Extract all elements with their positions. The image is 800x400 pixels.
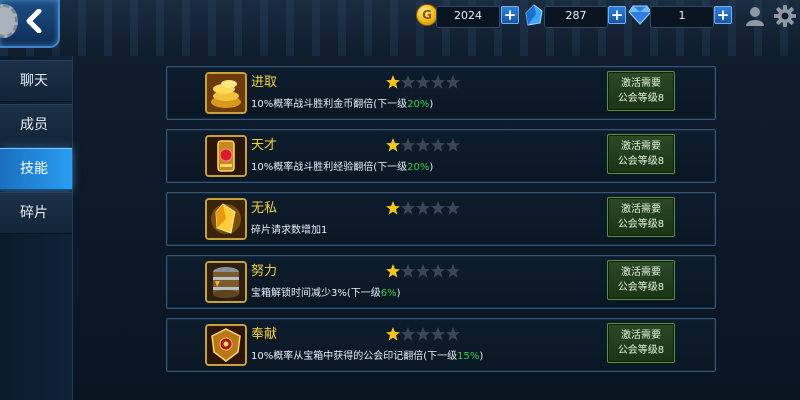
tab-shards[interactable]: 碎片 <box>0 192 72 234</box>
star-empty-icon <box>445 263 461 279</box>
star-empty-icon <box>430 263 446 279</box>
skill-next-level-value: 20% <box>407 162 430 173</box>
settings-icon[interactable] <box>774 5 796 27</box>
star-empty-icon <box>415 137 431 153</box>
skill-description: 碎片请求数增加1 <box>251 221 327 236</box>
ruby-amulet-icon <box>205 135 247 177</box>
skill-row: 努力宝箱解锁时间减少3%(下一级6%) 激活需要公会等级8 <box>166 255 716 309</box>
skill-row: 进取 10%概率战斗胜利金币翻倍(下一级20%) 激活需要公会等级8 <box>166 66 716 120</box>
star-filled-icon <box>385 137 401 153</box>
diamond-amount: 1 <box>678 9 686 22</box>
skill-description-text: 碎片请求数增加1 <box>251 225 328 236</box>
star-filled-icon <box>385 263 401 279</box>
tab-members[interactable]: 成员 <box>0 104 72 146</box>
star-empty-icon <box>415 74 431 90</box>
skill-row: 天才 10%概率战斗胜利经验翻倍(下一级20%) 激活需要公会等级8 <box>166 129 716 183</box>
tab-skills[interactable]: 技能 <box>0 148 72 190</box>
star-empty-icon <box>400 326 416 342</box>
guild-emblem-icon <box>205 324 247 366</box>
skill-description: 10%概率从宝箱中获得的公会印记翻倍(下一级15%) <box>251 347 483 362</box>
star-filled-icon <box>385 326 401 342</box>
activate-label: 激活需要 <box>621 330 661 341</box>
skill-description-text: 10%概率战斗胜利金币翻倍(下一级 <box>251 99 408 110</box>
required-guild-level: 公会等级8 <box>617 345 665 356</box>
star-empty-icon <box>400 263 416 279</box>
skill-description-suffix: ) <box>429 162 434 173</box>
chevron-left-icon <box>26 9 42 33</box>
skill-next-level-value: 20% <box>407 99 430 110</box>
activate-label: 激活需要 <box>621 267 661 278</box>
gold-coin-icon: G <box>416 4 438 26</box>
diamond-counter: 1 <box>650 6 714 28</box>
star-empty-icon <box>415 326 431 342</box>
diamond-icon <box>628 5 652 25</box>
star-empty-icon <box>400 74 416 90</box>
skill-name: 努力 <box>251 264 278 279</box>
activate-requirement-button[interactable]: 激活需要公会等级8 <box>607 134 675 174</box>
star-empty-icon <box>445 74 461 90</box>
skill-next-level-value: 15% <box>457 351 480 362</box>
star-filled-icon <box>385 74 401 90</box>
gold-counter: 2024 <box>436 6 500 28</box>
skill-description-suffix: ) <box>479 351 484 362</box>
star-empty-icon <box>445 326 461 342</box>
activate-requirement-button[interactable]: 激活需要公会等级8 <box>607 260 675 300</box>
activate-requirement-button[interactable]: 激活需要公会等级8 <box>607 197 675 237</box>
add-diamond-button[interactable]: + <box>714 6 732 24</box>
skill-name: 奉献 <box>251 327 278 342</box>
skill-description: 10%概率战斗胜利经验翻倍(下一级20%) <box>251 158 433 173</box>
gear-icon <box>0 4 18 38</box>
profile-icon[interactable] <box>744 5 766 27</box>
required-guild-level: 公会等级8 <box>617 93 665 104</box>
activate-requirement-button[interactable]: 激活需要公会等级8 <box>607 323 675 363</box>
star-empty-icon <box>415 263 431 279</box>
crystal-amount: 287 <box>565 9 587 22</box>
skill-description-suffix: ) <box>396 288 401 299</box>
skill-description-text: 10%概率战斗胜利经验翻倍(下一级 <box>251 162 408 173</box>
crystal-icon <box>525 4 543 26</box>
activate-requirement-button[interactable]: 激活需要公会等级8 <box>607 71 675 111</box>
skill-description: 10%概率战斗胜利金币翻倍(下一级20%) <box>251 95 433 110</box>
back-button[interactable] <box>0 0 60 48</box>
required-guild-level: 公会等级8 <box>617 156 665 167</box>
activate-label: 激活需要 <box>621 141 661 152</box>
skill-row: 奉献 10%概率从宝箱中获得的公会印记翻倍(下一级15%) 激活需要公会等级8 <box>166 318 716 372</box>
star-empty-icon <box>400 200 416 216</box>
barrel-icon <box>205 261 247 303</box>
star-empty-icon <box>445 200 461 216</box>
required-guild-level: 公会等级8 <box>617 282 665 293</box>
activate-label: 激活需要 <box>621 78 661 89</box>
add-gold-button[interactable]: + <box>501 6 519 24</box>
star-empty-icon <box>415 200 431 216</box>
skill-description-text: 10%概率从宝箱中获得的公会印记翻倍(下一级 <box>251 351 458 362</box>
activate-label: 激活需要 <box>621 204 661 215</box>
gold-coins-icon <box>205 72 247 114</box>
skill-name: 进取 <box>251 75 278 90</box>
skill-name: 无私 <box>251 201 278 216</box>
skill-description-text: 宝箱解锁时间减少3%(下一级 <box>251 288 381 299</box>
star-empty-icon <box>430 74 446 90</box>
add-crystal-button[interactable]: + <box>608 6 626 24</box>
gold-amount: 2024 <box>454 9 482 22</box>
golden-shard-icon <box>205 198 247 240</box>
star-empty-icon <box>430 137 446 153</box>
star-empty-icon <box>400 137 416 153</box>
star-empty-icon <box>445 137 461 153</box>
star-filled-icon <box>385 200 401 216</box>
tab-chat[interactable]: 聊天 <box>0 60 72 102</box>
skill-name: 天才 <box>251 138 278 153</box>
skill-next-level-value: 6% <box>380 288 397 299</box>
skill-row: 无私碎片请求数增加1 激活需要公会等级8 <box>166 192 716 246</box>
sidebar: 聊天 成员 技能 碎片 <box>0 56 73 400</box>
star-empty-icon <box>430 200 446 216</box>
skill-description: 宝箱解锁时间减少3%(下一级6%) <box>251 284 401 299</box>
crystal-counter: 287 <box>544 6 608 28</box>
star-empty-icon <box>430 326 446 342</box>
skill-description-suffix: ) <box>429 99 434 110</box>
required-guild-level: 公会等级8 <box>617 219 665 230</box>
